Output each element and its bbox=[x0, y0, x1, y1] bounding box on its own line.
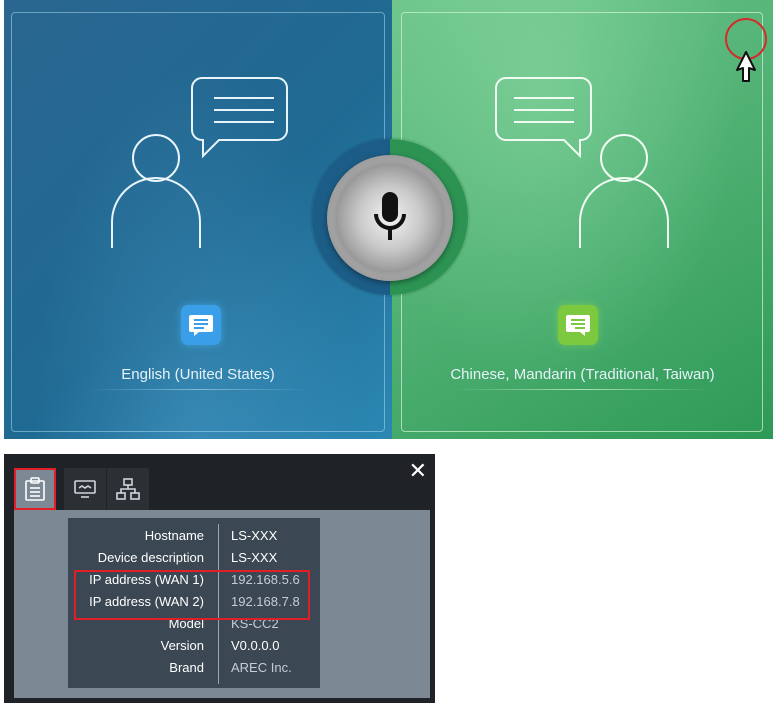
ip-wan1-label: IP address (WAN 1) bbox=[89, 572, 204, 587]
row-ip-wan2: IP address (WAN 2) 192.168.7.8 bbox=[68, 594, 320, 616]
ip-wan2-value: 192.168.7.8 bbox=[231, 594, 300, 609]
right-language-label[interactable]: Chinese, Mandarin (Traditional, Taiwan) bbox=[392, 366, 773, 383]
microphone-icon bbox=[374, 192, 406, 240]
row-brand: Brand AREC Inc. bbox=[68, 660, 320, 682]
left-language-underline bbox=[88, 389, 308, 390]
device-info-table: Hostname LS-XXX Device description LS-XX… bbox=[68, 518, 320, 688]
brand-label: Brand bbox=[169, 660, 204, 675]
left-chat-badge-icon bbox=[181, 305, 221, 345]
speaker-right-icon bbox=[495, 77, 669, 248]
model-label: Model bbox=[168, 616, 204, 631]
right-language-underline bbox=[452, 389, 712, 390]
row-ip-wan1: IP address (WAN 1) 192.168.5.6 bbox=[68, 572, 320, 594]
device-description-value: LS-XXX bbox=[231, 550, 278, 565]
tab-network[interactable] bbox=[107, 468, 149, 510]
row-version: Version V0.0.0.0 bbox=[68, 638, 320, 660]
device-info-panel: Hostname LS-XXX Device description LS-XX… bbox=[14, 510, 430, 698]
ip-wan2-label: IP address (WAN 2) bbox=[89, 594, 204, 609]
brand-value: AREC Inc. bbox=[231, 660, 292, 675]
clipboard-info-icon bbox=[25, 477, 45, 501]
mouse-cursor-icon bbox=[736, 51, 756, 82]
display-icon bbox=[74, 480, 96, 498]
device-description-label: Device description bbox=[97, 550, 204, 565]
translator-app: English (United States) Chinese, Mandari… bbox=[4, 0, 773, 439]
speaker-left-icon bbox=[111, 77, 288, 248]
network-icon bbox=[116, 478, 140, 500]
tab-display[interactable] bbox=[64, 468, 106, 510]
row-model: Model KS-CC2 bbox=[68, 616, 320, 638]
hostname-label: Hostname bbox=[144, 528, 204, 543]
left-language-label[interactable]: English (United States) bbox=[4, 366, 392, 383]
close-button[interactable]: ✕ bbox=[409, 461, 427, 483]
device-info-dialog: ✕ Hostname LS-XXX Device description LS-… bbox=[4, 454, 435, 703]
version-label: Version bbox=[160, 638, 204, 653]
ip-wan1-value: 192.168.5.6 bbox=[231, 572, 300, 587]
version-value: V0.0.0.0 bbox=[231, 638, 280, 653]
row-hostname: Hostname LS-XXX bbox=[68, 528, 320, 550]
row-device-description: Device description LS-XXX bbox=[68, 550, 320, 572]
tab-device-info[interactable] bbox=[14, 468, 56, 510]
hostname-value: LS-XXX bbox=[231, 528, 278, 543]
right-chat-badge-icon bbox=[558, 305, 598, 345]
model-value: KS-CC2 bbox=[231, 616, 279, 631]
microphone-button[interactable] bbox=[327, 155, 453, 281]
